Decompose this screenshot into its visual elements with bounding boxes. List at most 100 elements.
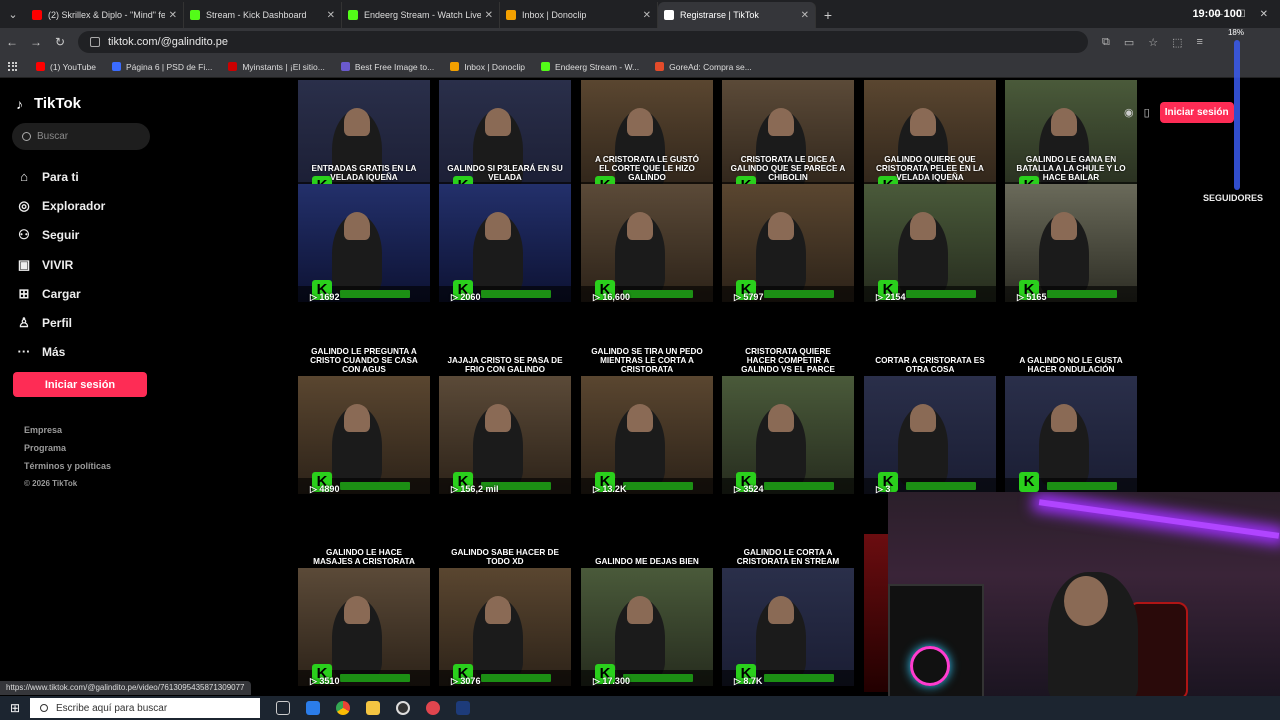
translate-icon[interactable]: ⧉ — [1102, 36, 1110, 49]
video-title: CRISTORATA LE DICE A GALINDO QUE SE PARE… — [730, 155, 846, 182]
windows-start-icon[interactable]: ⊞ — [0, 701, 30, 715]
header-login-button[interactable]: Iniciar sesión — [1159, 102, 1234, 123]
new-tab-button[interactable]: + — [816, 2, 840, 28]
sidebar-item-label: Seguir — [42, 228, 80, 243]
compass-small-icon[interactable]: ◉ — [1124, 106, 1134, 119]
video-thumbnail[interactable]: K — [1005, 376, 1137, 494]
video-card[interactable]: GALINDO ME DEJAS BIEN K ▷ 17.300 — [581, 534, 713, 686]
streaming-app-icon[interactable] — [426, 701, 440, 715]
video-card[interactable]: GALINDO SABE HACER DE TODO XD K ▷ 3076 — [439, 534, 571, 686]
bookmark-star-icon[interactable]: ☆ — [1148, 36, 1158, 49]
apps-grid-icon[interactable] — [8, 61, 18, 72]
bookmark-item[interactable]: Endeerg Stream - W... — [541, 62, 639, 72]
video-thumbnail[interactable]: K ▷ 5797 — [722, 184, 854, 302]
bookmark-item[interactable]: Best Free Image to... — [340, 62, 434, 72]
video-card[interactable]: GALINDO LE GANA EN BATALLA A LA CHULE Y … — [1005, 150, 1137, 302]
sidebar-item-explorador[interactable]: ◎ Explorador — [16, 191, 105, 220]
photoshop-icon[interactable] — [456, 701, 470, 715]
sidebar-item-para-ti[interactable]: ⌂ Para ti — [16, 162, 105, 191]
video-thumbnail[interactable]: K ▷ 3 — [864, 376, 996, 494]
kick-handle-bar — [1047, 290, 1117, 298]
video-card[interactable]: ENTRADAS GRATIS EN LA VELADA IQUEÑA K ▷ 16… — [298, 150, 430, 302]
media-icon[interactable]: ≡ — [1197, 36, 1203, 49]
sidebar-item-perfil[interactable]: ♙ Perfil — [16, 308, 105, 337]
bookmark-item[interactable]: GoreAd: Compra se... — [655, 62, 752, 72]
video-thumbnail[interactable]: K ▷ 2154 — [864, 184, 996, 302]
video-thumbnail[interactable]: K ▷ 1692 — [298, 184, 430, 302]
site-info-icon[interactable] — [90, 37, 100, 47]
extensions-icon[interactable]: ⬚ — [1172, 36, 1182, 49]
video-card[interactable]: GALINDO LE HACE MASAJES A CRISTORATA K ▷ 3… — [298, 534, 430, 686]
video-thumbnail[interactable]: K ▷ 3510 — [298, 568, 430, 686]
footer-link-empresa[interactable]: Empresa — [24, 425, 111, 443]
video-card[interactable]: GALINDO LE PREGUNTA A CRISTO CUANDO SE C… — [298, 342, 430, 494]
bookmark-item[interactable]: Página 6 | PSD de Fi... — [112, 62, 212, 72]
close-icon[interactable]: ✕ — [643, 10, 651, 21]
browser-tab[interactable]: Endeerg Stream - Watch Live o ✕ — [342, 2, 500, 28]
tab-label: Stream - Kick Dashboard — [206, 10, 307, 20]
footer-link-programa[interactable]: Programa — [24, 443, 111, 461]
back-icon[interactable]: ← — [0, 35, 24, 49]
video-thumbnail[interactable]: K ▷ 5165 — [1005, 184, 1137, 302]
video-title: A CRISTORATA LE GUSTÓ EL CORTE QUE LE HI… — [594, 155, 699, 182]
video-thumbnail[interactable]: K ▷ 16,600 — [581, 184, 713, 302]
header-actions: ◉ ▯ Iniciar sesión — [1124, 102, 1234, 123]
login-button[interactable]: Iniciar sesión — [13, 372, 147, 397]
image-tool-icon — [340, 62, 350, 71]
bookmark-item[interactable]: Inbox | Donoclip — [450, 62, 525, 72]
bookmark-item[interactable]: Myinstants | ¡El sitio... — [228, 62, 325, 72]
video-thumbnail[interactable]: K ▷ 4890 — [298, 376, 430, 494]
sidebar-item-mas[interactable]: ··· Más — [16, 338, 105, 367]
person-face — [485, 108, 511, 136]
video-thumbnail[interactable]: K ▷ 3524 — [722, 376, 854, 494]
sidebar-item-cargar[interactable]: ⊞ Cargar — [16, 279, 105, 308]
video-card[interactable]: GALINDO SI P3LEARÁ EN SU VELADA K ▷ 2060 — [439, 150, 571, 302]
video-card[interactable]: GALINDO LE CORTA A CRISTORATA EN STREAM K… — [722, 534, 854, 686]
folder-icon[interactable] — [366, 701, 380, 715]
taskbar-search-input[interactable]: Escribe aquí para buscar — [30, 698, 260, 718]
view-count: ▷ 17.300 — [593, 676, 630, 686]
video-card[interactable]: A GALINDO NO LE GUSTA HACER ONDULACIÓN K — [1005, 342, 1137, 494]
search-input[interactable]: Buscar — [12, 123, 150, 150]
video-card[interactable]: CRISTORATA LE DICE A GALINDO QUE SE PARE… — [722, 150, 854, 302]
obs-icon[interactable] — [396, 701, 410, 715]
video-card[interactable]: GALINDO QUIERE QUE CRISTORATA PELEE EN L… — [864, 150, 996, 302]
phone-icon[interactable]: ▯ — [1144, 106, 1150, 119]
cast-icon[interactable]: ▭ — [1124, 36, 1134, 49]
browser-tab[interactable]: (2) Skrillex & Diplo - "Mind" fe ✕ — [26, 2, 184, 28]
video-thumbnail[interactable]: K ▷ 3076 — [439, 568, 571, 686]
video-card[interactable]: CRISTORATA QUIERE HACER COMPETIR A GALIN… — [722, 342, 854, 494]
footer-link-terminos[interactable]: Términos y políticas — [24, 461, 111, 479]
close-icon[interactable]: ✕ — [801, 10, 809, 21]
chrome-icon[interactable] — [336, 701, 350, 715]
video-thumbnail[interactable]: K ▷ 156,2 mil — [439, 376, 571, 494]
view-count: ▷ 5797 — [734, 292, 764, 302]
close-icon[interactable]: ✕ — [485, 10, 493, 21]
video-thumbnail[interactable]: K ▷ 17.300 — [581, 568, 713, 686]
person-face — [344, 108, 370, 136]
video-card[interactable]: CORTAR A CRISTORATA ES OTRA COSA K ▷ 3 — [864, 342, 996, 494]
store-icon[interactable] — [306, 701, 320, 715]
forward-icon[interactable]: → — [24, 35, 48, 49]
close-icon[interactable]: ✕ — [327, 10, 335, 21]
task-view-icon[interactable] — [276, 701, 290, 715]
video-card[interactable]: JAJAJA CRISTO SE PASA DE FRIO CON GALIND… — [439, 342, 571, 494]
video-thumbnail[interactable]: K ▷ 2060 — [439, 184, 571, 302]
url-input[interactable]: tiktok.com/@galindito.pe — [78, 31, 1088, 53]
browser-tab-active[interactable]: Registrarse | TikTok ✕ — [658, 2, 816, 28]
video-thumbnail[interactable]: K ▷ 8.7K — [722, 568, 854, 686]
close-icon[interactable]: ✕ — [169, 10, 177, 21]
tiktok-logo[interactable]: ♪ TikTok — [16, 95, 81, 112]
browser-tab[interactable]: Inbox | Donoclip ✕ — [500, 2, 658, 28]
video-thumbnail[interactable]: K ▷ 13.2K — [581, 376, 713, 494]
browser-tab[interactable]: Stream - Kick Dashboard ✕ — [184, 2, 342, 28]
close-window-icon[interactable]: ✕ — [1260, 9, 1268, 20]
tab-search-icon[interactable]: ⌄ — [0, 0, 26, 28]
reload-icon[interactable]: ↻ — [48, 35, 72, 49]
bookmarks-bar: (1) YouTube Página 6 | PSD de Fi... Myin… — [0, 56, 1280, 78]
sidebar-item-seguir[interactable]: ⚇ Seguir — [16, 221, 105, 250]
video-card[interactable]: A CRISTORATA LE GUSTÓ EL CORTE QUE LE HI… — [581, 150, 713, 302]
bookmark-item[interactable]: (1) YouTube — [36, 62, 96, 72]
sidebar-item-vivir[interactable]: ▣ VIVIR — [16, 250, 105, 279]
video-card[interactable]: GALINDO SE TIRA UN PEDO MIENTRAS LE CORT… — [581, 342, 713, 494]
